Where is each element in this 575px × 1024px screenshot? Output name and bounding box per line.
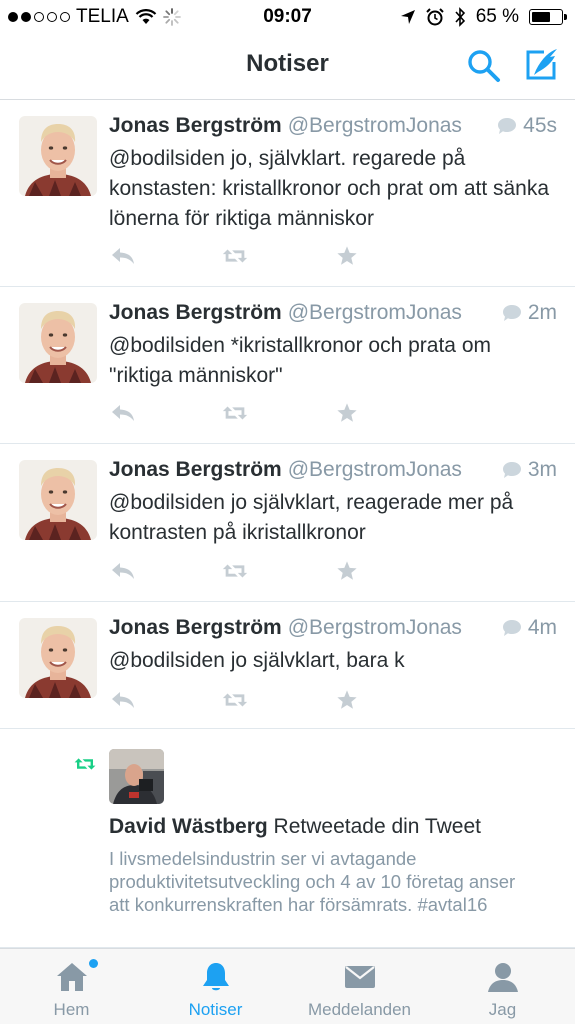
author-name[interactable]: Jonas Bergström [109,458,282,481]
tab-notifications[interactable]: Notiser [144,949,287,1024]
avatar[interactable] [19,460,97,540]
author-name[interactable]: Jonas Bergström [109,114,282,137]
notifications-feed: Jonas Bergström @BergstromJonas 45s @bodi… [0,100,575,729]
retweet-icon[interactable] [221,560,249,582]
bell-icon [202,963,229,991]
reply-icon[interactable] [109,402,137,424]
favorite-star-icon[interactable] [333,402,361,424]
tweet-actions [109,560,445,582]
favorite-star-icon[interactable] [333,689,361,711]
envelope-icon [344,966,375,988]
tweet-item[interactable]: Jonas Bergström @BergstromJonas 4m @bodil… [0,602,575,729]
reply-bubble-icon [502,619,522,637]
actor-name[interactable]: David Wästberg [109,815,268,838]
avatar[interactable] [19,618,97,698]
tweet-text: @bodilsiden *ikristallkronor och prata o… [109,334,491,387]
tab-me[interactable]: Jag [431,949,574,1024]
tweet-text: @bodilsiden jo, självklart. regarede på … [109,147,550,230]
tab-messages[interactable]: Meddelanden [288,949,431,1024]
navigation-header: Notiser [0,34,575,100]
battery-percent: 65 % [475,6,519,27]
retweet-notification[interactable]: David Wästberg Retweetade din Tweet I li… [0,729,575,948]
search-icon[interactable] [466,48,502,84]
tweet-header: Jonas Bergström @BergstromJonas 2m [109,301,557,331]
notification-action: Retweetade din Tweet [273,815,481,838]
tab-label: Notiser [188,1000,243,1019]
avatar[interactable] [109,749,164,804]
status-indicators: 65 % [400,6,567,28]
avatar[interactable] [19,303,97,383]
author-handle: @BergstromJonas [287,301,462,324]
author-name[interactable]: Jonas Bergström [109,301,282,324]
tweet-actions [109,402,445,424]
retweet-icon [74,758,96,770]
tweet-time-label: 4m [527,616,557,639]
tweet-item[interactable]: Jonas Bergström @BergstromJonas 2m @bodil… [0,287,575,444]
location-arrow-icon [400,10,415,24]
tweet-time: 3m [502,458,557,482]
tweet-time: 45s [497,114,557,138]
tweet-text: @bodilsiden jo självklart, bara k [109,649,405,672]
notification-badge-dot [89,959,98,968]
tab-label: Jag [488,1000,517,1019]
tab-label: Meddelanden [307,1000,412,1019]
tab-label: Hem [53,1000,90,1019]
tweet-header: Jonas Bergström @BergstromJonas 4m [109,616,557,646]
favorite-star-icon[interactable] [333,560,361,582]
bluetooth-icon [455,7,465,27]
tweet-time: 2m [502,301,557,325]
tab-bar: Hem Notiser Meddelanden Jag [0,948,575,1024]
person-icon [487,963,518,992]
retweet-icon[interactable] [221,402,249,424]
tweet-header: Jonas Bergström @BergstromJonas 45s [109,114,557,144]
author-name[interactable]: Jonas Bergström [109,616,282,639]
tweet-item[interactable]: Jonas Bergström @BergstromJonas 3m @bodil… [0,444,575,602]
favorite-star-icon[interactable] [333,245,361,267]
status-bar: TELIA 09:07 65 % [0,0,575,34]
retweeted-tweet-text: I livsmedelsindustrin ser vi avtagande p… [109,848,516,915]
avatar[interactable] [19,116,97,196]
tweet-actions [109,245,445,267]
reply-icon[interactable] [109,245,137,267]
reply-icon[interactable] [109,689,137,711]
notification-headline: David Wästberg Retweetade din Tweet [109,815,481,839]
reply-icon[interactable] [109,560,137,582]
tweet-time: 4m [502,616,557,640]
tweet-text: @bodilsiden jo självklart, reagerade mer… [109,491,514,544]
reply-bubble-icon [502,461,522,479]
compose-icon[interactable] [522,46,560,84]
tweet-time-label: 2m [527,301,557,324]
tweet-header: Jonas Bergström @BergstromJonas 3m [109,458,557,488]
author-handle: @BergstromJonas [287,616,462,639]
author-handle: @BergstromJonas [287,114,462,137]
reply-bubble-icon [502,304,522,322]
tab-home[interactable]: Hem [0,949,143,1024]
home-icon [56,963,87,991]
tweet-time-label: 45s [523,114,557,137]
author-handle: @BergstromJonas [287,458,462,481]
tweet-time-label: 3m [527,458,557,481]
tweet-item[interactable]: Jonas Bergström @BergstromJonas 45s @bodi… [0,100,575,287]
alarm-clock-icon [425,8,444,26]
tweet-actions [109,689,445,711]
reply-bubble-icon [497,117,517,135]
battery-icon [529,9,567,25]
retweet-icon[interactable] [221,245,249,267]
retweet-icon[interactable] [221,689,249,711]
